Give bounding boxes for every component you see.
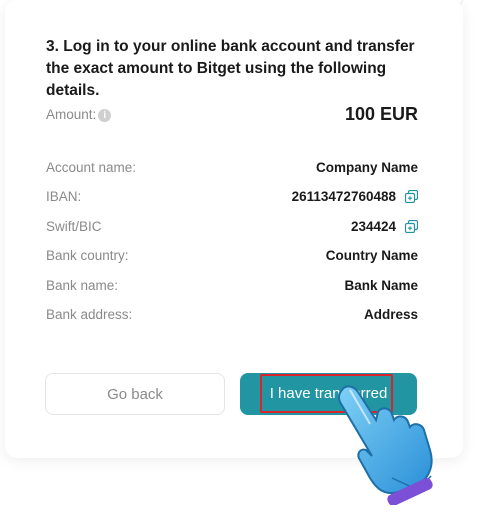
iban-label: IBAN: <box>46 189 82 204</box>
pointing-hand-icon <box>337 385 433 505</box>
account-name-value: Company Name <box>315 160 418 175</box>
bank-name-label: Bank name: <box>46 278 119 293</box>
account-name-label: Account name: <box>46 160 137 175</box>
amount-value: 100 EUR <box>344 104 418 124</box>
swift-label: Swift/BIC <box>46 219 102 234</box>
amount-label-text: Amount: <box>46 107 97 122</box>
instruction-text: 3. Log in to your online bank account an… <box>46 38 415 99</box>
amount-label: Amount: i <box>46 107 112 122</box>
bank-address-label: Bank address: <box>46 307 133 322</box>
bank-country-value: Country Name <box>325 248 418 263</box>
info-icon[interactable]: i <box>98 108 112 122</box>
swift-value: 234424 <box>350 219 396 234</box>
copy-icon[interactable] <box>405 220 418 233</box>
bank-name-value: Bank Name <box>344 278 418 293</box>
bank-address-value: Address <box>363 307 418 322</box>
bank-country-label: Bank country: <box>46 248 129 263</box>
copy-icon[interactable] <box>405 190 418 203</box>
go-back-button[interactable]: Go back <box>45 373 225 415</box>
iban-value: 26113472760488 <box>291 189 396 204</box>
